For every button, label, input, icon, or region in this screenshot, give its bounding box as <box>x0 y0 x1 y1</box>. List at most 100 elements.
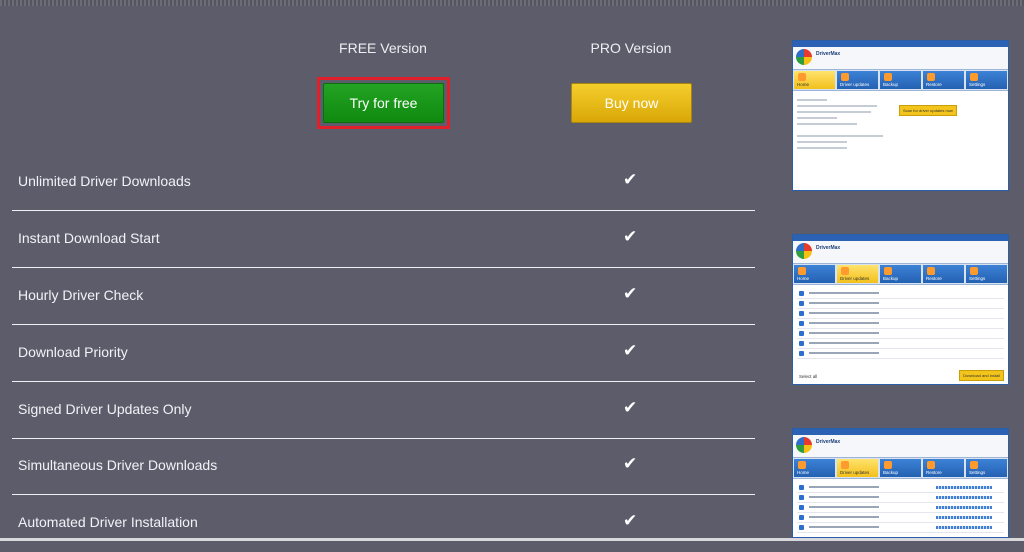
shot-tab-label: Backup <box>883 276 899 281</box>
shot-tab-backup: Backup <box>880 265 921 283</box>
checkmark-icon: ✔ <box>623 284 638 303</box>
shot-driver-item <box>797 339 1004 349</box>
shot-tab-label: Settings <box>969 276 986 281</box>
feature-row: Unlimited Driver Downloads ✔ <box>12 155 755 211</box>
shot-tab-restore: Restore <box>923 459 964 477</box>
globe-icon <box>841 461 849 469</box>
shot-driver-item <box>797 299 1004 309</box>
shot-body: Select all Download and install <box>793 285 1008 384</box>
shot-tab-home: Home <box>794 265 835 283</box>
shot-tab-driver-updates: Driver updates <box>837 71 878 89</box>
feature-label: Simultaneous Driver Downloads <box>18 457 218 473</box>
shot-tab-label: Home <box>797 470 810 475</box>
checkmark-icon: ✔ <box>623 170 638 189</box>
settings-icon <box>970 73 978 81</box>
shot-select-all: Select all <box>799 374 818 379</box>
shot-driver-item <box>797 493 1004 503</box>
free-version-title: FREE Version <box>339 40 427 56</box>
home-icon <box>798 73 806 81</box>
feature-label: Unlimited Driver Downloads <box>18 173 191 189</box>
backup-icon <box>884 267 892 275</box>
shot-tab-label: Driver updates <box>840 470 870 475</box>
shot-tab-label: Backup <box>883 470 899 475</box>
shot-tab-restore: Restore <box>923 265 964 283</box>
home-icon <box>798 267 806 275</box>
shot-app-name: DriverMax <box>816 245 841 251</box>
buy-now-button[interactable]: Buy now <box>571 83 692 123</box>
shot-tab-label: Restore <box>926 276 942 281</box>
feature-label: Hourly Driver Check <box>18 287 144 303</box>
settings-icon <box>970 461 978 469</box>
shot-driver-item <box>797 349 1004 359</box>
shot-tab-settings: Settings <box>966 459 1007 477</box>
shot-driver-item <box>797 329 1004 339</box>
screenshot-home[interactable]: DriverMax Home Driver updates Backup Res… <box>792 40 1009 191</box>
feature-row: Download Priority ✔ <box>12 326 755 382</box>
shot-nav: Home Driver updates Backup Restore Setti… <box>793 457 1008 479</box>
checkmark-icon: ✔ <box>623 227 638 246</box>
drivermax-logo-icon <box>796 437 812 453</box>
shot-download-install-button: Download and install <box>959 370 1004 381</box>
screenshot-driver-updates[interactable]: DriverMax Home Driver updates Backup Res… <box>792 234 1009 385</box>
shot-driver-item <box>797 523 1004 533</box>
shot-nav: Home Driver updates Backup Restore Setti… <box>793 69 1008 91</box>
feature-row: Hourly Driver Check ✔ <box>12 269 755 325</box>
feature-row: Automated Driver Installation ✔ <box>12 496 755 552</box>
globe-icon <box>841 267 849 275</box>
shot-tab-label: Home <box>797 82 810 87</box>
shot-driver-item <box>797 309 1004 319</box>
drivermax-logo-icon <box>796 49 812 65</box>
shot-tab-label: Restore <box>926 82 942 87</box>
backup-icon <box>884 73 892 81</box>
shot-tab-label: Restore <box>926 470 942 475</box>
feature-row: Signed Driver Updates Only ✔ <box>12 383 755 439</box>
shot-driver-item <box>797 289 1004 299</box>
feature-label: Automated Driver Installation <box>18 514 198 530</box>
shot-header: DriverMax <box>793 47 1008 69</box>
feature-row: Simultaneous Driver Downloads ✔ <box>12 439 755 495</box>
settings-icon <box>970 267 978 275</box>
shot-tab-label: Settings <box>969 82 986 87</box>
globe-icon <box>841 73 849 81</box>
feature-label: Download Priority <box>18 344 128 360</box>
restore-icon <box>927 267 935 275</box>
shot-driver-item <box>797 319 1004 329</box>
top-border <box>0 0 1024 6</box>
try-for-free-button[interactable]: Try for free <box>323 83 444 123</box>
checkmark-icon: ✔ <box>623 511 638 530</box>
shot-tab-settings: Settings <box>966 265 1007 283</box>
shot-nav: Home Driver updates Backup Restore Setti… <box>793 263 1008 285</box>
shot-body: Scan for driver updates now <box>793 91 1008 190</box>
shot-tab-driver-updates: Driver updates <box>837 459 878 477</box>
shot-tab-home: Home <box>794 71 835 89</box>
shot-driver-item <box>797 503 1004 513</box>
shot-tab-backup: Backup <box>880 71 921 89</box>
restore-icon <box>927 73 935 81</box>
shot-tab-restore: Restore <box>923 71 964 89</box>
shot-driver-item <box>797 513 1004 523</box>
feature-label: Instant Download Start <box>18 230 160 246</box>
feature-row: Instant Download Start ✔ <box>12 212 755 268</box>
drivermax-logo-icon <box>796 243 812 259</box>
checkmark-icon: ✔ <box>623 341 638 360</box>
shot-body <box>793 479 1008 537</box>
restore-icon <box>927 461 935 469</box>
checkmark-icon: ✔ <box>623 454 638 473</box>
shot-tab-driver-updates: Driver updates <box>837 265 878 283</box>
shot-driver-item <box>797 483 1004 493</box>
shot-tab-settings: Settings <box>966 71 1007 89</box>
shot-tab-label: Driver updates <box>840 276 870 281</box>
pro-version-title: PRO Version <box>590 40 672 56</box>
shot-header: DriverMax <box>793 435 1008 457</box>
shot-tab-backup: Backup <box>880 459 921 477</box>
shot-tab-home: Home <box>794 459 835 477</box>
shot-tab-label: Settings <box>969 470 986 475</box>
shot-app-name: DriverMax <box>816 51 841 57</box>
screenshot-downloading[interactable]: DriverMax Home Driver updates Backup Res… <box>792 428 1009 538</box>
home-icon <box>798 461 806 469</box>
backup-icon <box>884 461 892 469</box>
shot-scan-button: Scan for driver updates now <box>899 105 957 116</box>
shot-app-name: DriverMax <box>816 439 841 445</box>
shot-header: DriverMax <box>793 241 1008 263</box>
shot-tab-label: Backup <box>883 82 899 87</box>
